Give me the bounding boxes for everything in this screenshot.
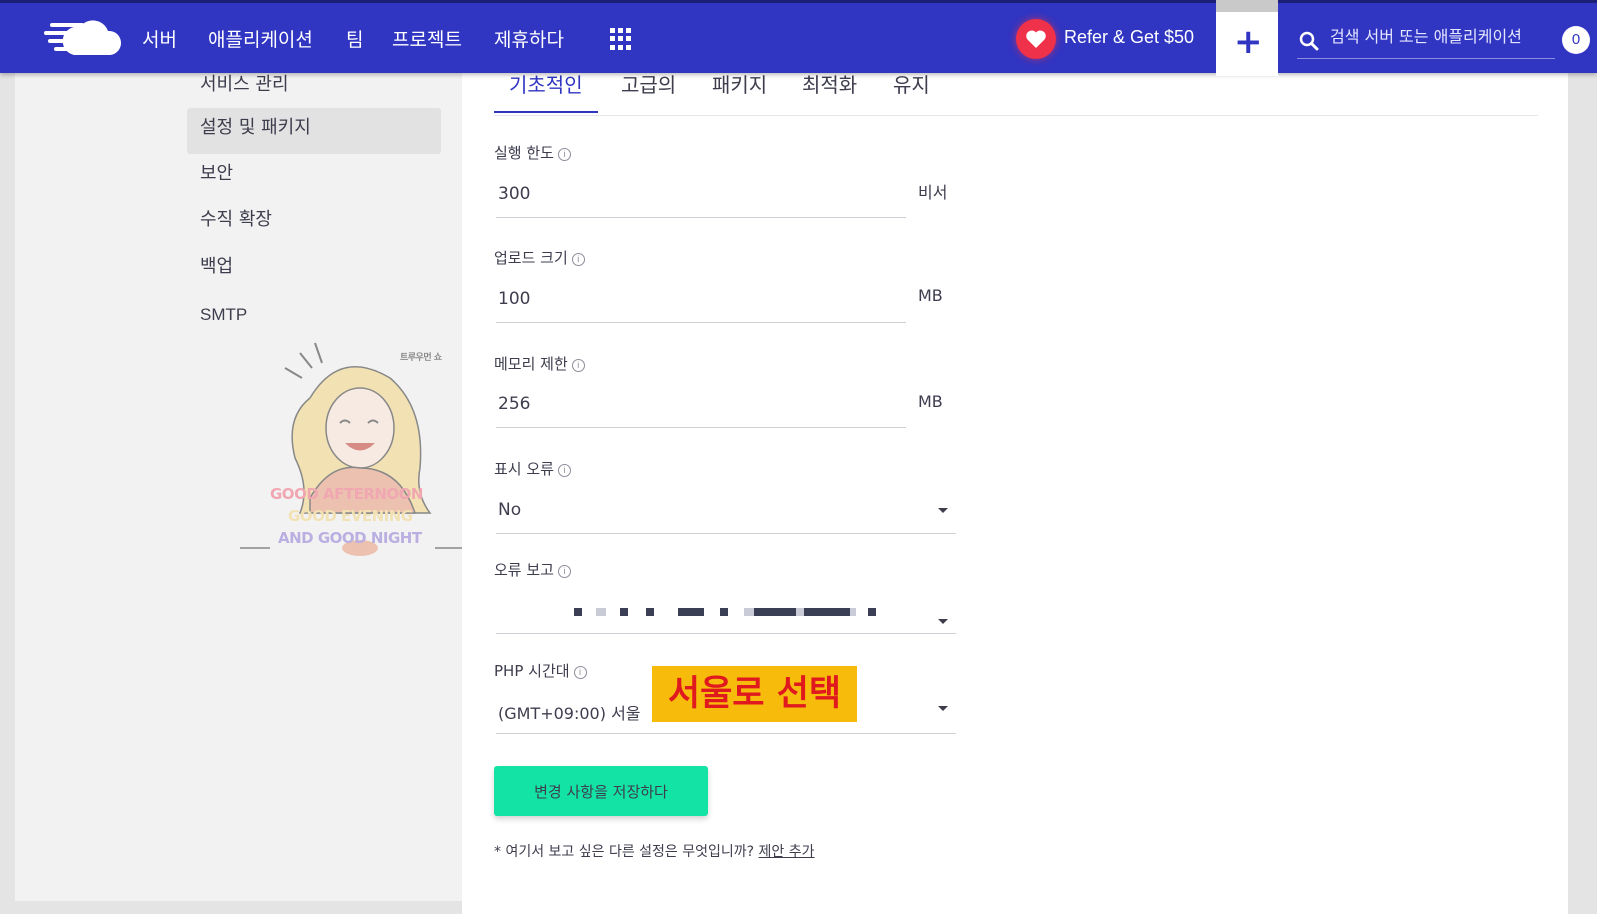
- sidebar: 서비스 관리 설정 및 패키지 보안 수직 확장 백업 SMTP 트루우먼 쇼: [15, 73, 465, 901]
- notification-badge[interactable]: 0: [1562, 26, 1590, 54]
- error-reporting-label: 오류 보고 i: [494, 559, 571, 580]
- nav-servers[interactable]: 서버: [142, 25, 177, 52]
- chevron-down-icon: [938, 706, 948, 711]
- app-window: 서버 애플리케이션 팀 프로젝트 제휴하다 Refer & Get $50 + …: [0, 0, 1597, 914]
- memory-limit-unit: MB: [918, 392, 943, 411]
- execution-limit-label: 실행 한도 i: [494, 142, 571, 163]
- page-scrollbar[interactable]: [1568, 73, 1597, 914]
- memory-limit-input[interactable]: [496, 380, 906, 428]
- info-icon[interactable]: i: [571, 359, 585, 372]
- suggest-link[interactable]: 제안 추가: [759, 844, 815, 860]
- info-icon[interactable]: i: [557, 565, 571, 578]
- info-icon[interactable]: i: [557, 148, 571, 161]
- upload-size-label: 업로드 크기 i: [494, 247, 585, 268]
- nav-applications[interactable]: 애플리케이션: [208, 25, 313, 52]
- display-errors-value: No: [498, 500, 522, 520]
- search-input[interactable]: [1330, 27, 1550, 46]
- tab-packages[interactable]: 패키지: [697, 69, 782, 113]
- sidebar-item-security[interactable]: 보안: [187, 154, 441, 200]
- upload-size-input[interactable]: [496, 275, 906, 323]
- add-button[interactable]: +: [1216, 0, 1278, 76]
- tab-bar: 기초적인 고급의 패키지 최적화 유지: [494, 73, 1538, 116]
- info-icon[interactable]: i: [571, 253, 585, 266]
- search-icon: [1299, 31, 1319, 51]
- watermark-line-2: GOOD EVENING: [288, 507, 413, 525]
- settings-panel: 기초적인 고급의 패키지 최적화 유지 실행 한도i 비서 업로드 크기i MB…: [462, 73, 1568, 914]
- tab-maintenance[interactable]: 유지: [878, 69, 945, 113]
- info-icon[interactable]: i: [573, 666, 587, 679]
- nav-team[interactable]: 팀: [346, 25, 363, 52]
- watermark-line-3: AND GOOD NIGHT: [278, 529, 422, 547]
- display-errors-select[interactable]: No: [496, 486, 956, 534]
- chevron-down-icon: [938, 619, 948, 624]
- info-icon[interactable]: i: [557, 464, 571, 477]
- sidebar-item-settings-packages[interactable]: 설정 및 패키지: [187, 108, 441, 154]
- footnote: * 여기서 보고 싶은 다른 설정은 무엇입니까? 제안 추가: [494, 844, 815, 860]
- plus-icon: +: [1234, 22, 1263, 62]
- watermark-brand: 트루우먼 쇼: [400, 353, 442, 363]
- display-errors-label: 표시 오류 i: [494, 458, 571, 479]
- masked-value: [574, 608, 894, 616]
- watermark-line-1: GOOD AFTERNOON: [270, 485, 423, 503]
- cloudways-logo-icon[interactable]: [44, 17, 122, 59]
- nav-affiliate[interactable]: 제휴하다: [494, 25, 564, 52]
- chevron-down-icon: [938, 508, 948, 513]
- top-navigation-bar: 서버 애플리케이션 팀 프로젝트 제휴하다 Refer & Get $50 + …: [0, 0, 1597, 76]
- php-timezone-label: PHP 시간대 i: [494, 660, 587, 681]
- php-timezone-value: (GMT+09:00) 서울: [498, 704, 641, 723]
- watermark-illustration: 트루우먼 쇼 GOOD AFTERNOON GOOD EVENING AND G…: [240, 338, 470, 568]
- tab-advanced[interactable]: 고급의: [606, 69, 691, 113]
- error-reporting-select[interactable]: [496, 586, 956, 634]
- tab-optimization[interactable]: 최적화: [787, 69, 872, 113]
- memory-limit-label: 메모리 제한 i: [494, 353, 585, 374]
- tab-basic[interactable]: 기초적인: [494, 69, 598, 113]
- save-changes-button[interactable]: 변경 사항을 저장하다: [494, 766, 708, 816]
- execution-limit-unit: 비서: [918, 183, 948, 202]
- sidebar-item-vertical-scaling[interactable]: 수직 확장: [187, 200, 441, 246]
- search-box: [1297, 19, 1555, 59]
- sidebar-item-backup[interactable]: 백업: [187, 247, 441, 293]
- grid-icon[interactable]: [610, 28, 632, 50]
- annotation-callout: 서울로 선택: [652, 666, 857, 722]
- upload-size-unit: MB: [918, 286, 943, 305]
- sidebar-item-smtp[interactable]: SMTP: [187, 295, 441, 341]
- refer-link[interactable]: Refer & Get $50: [1064, 27, 1194, 48]
- execution-limit-input[interactable]: [496, 170, 906, 218]
- nav-projects[interactable]: 프로젝트: [392, 25, 462, 52]
- heart-icon[interactable]: [1016, 19, 1056, 59]
